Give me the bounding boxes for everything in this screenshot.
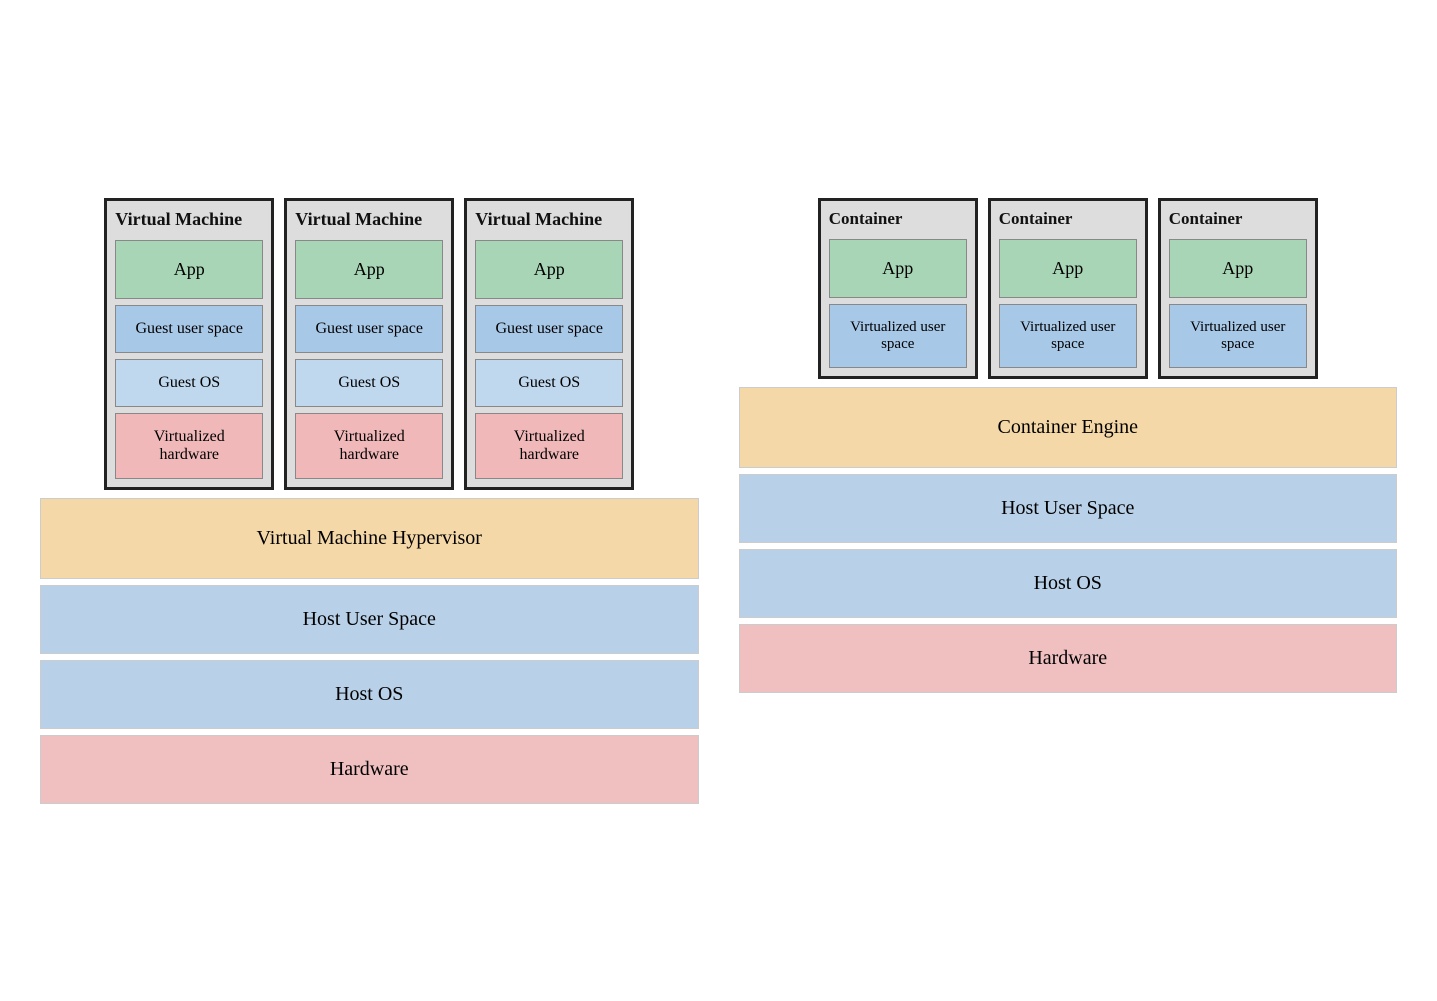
hypervisor-band: Virtual Machine Hypervisor — [40, 498, 699, 579]
c3-virt-user-block: Virtualized user space — [1169, 304, 1307, 368]
vm3-virt-hw-block: Virtualized hardware — [475, 413, 623, 479]
c1-virt-user-block: Virtualized user space — [829, 304, 967, 368]
container-box-3: Container App Virtualized user space — [1158, 198, 1318, 379]
vm1-guest-user-block: Guest user space — [115, 305, 263, 353]
left-hardware-band: Hardware — [40, 735, 699, 804]
left-host-os-band: Host OS — [40, 660, 699, 729]
container-title-1: Container — [829, 209, 967, 229]
vm1-virt-hw-block: Virtualized hardware — [115, 413, 263, 479]
vm-box-3: Virtual Machine App Guest user space Gue… — [464, 198, 634, 490]
vm-box-2: Virtual Machine App Guest user space Gue… — [284, 198, 454, 490]
vm-title-3: Virtual Machine — [475, 209, 623, 230]
vm1-app-block: App — [115, 240, 263, 299]
container-diagram-section: Container App Virtualized user space Con… — [739, 198, 1398, 804]
container-box-1: Container App Virtualized user space — [818, 198, 978, 379]
vm3-app-block: App — [475, 240, 623, 299]
vm2-guest-os-block: Guest OS — [295, 359, 443, 407]
container-title-3: Container — [1169, 209, 1307, 229]
vm3-guest-os-block: Guest OS — [475, 359, 623, 407]
vm1-guest-os-block: Guest OS — [115, 359, 263, 407]
container-title-2: Container — [999, 209, 1137, 229]
c3-app-block: App — [1169, 239, 1307, 298]
vm2-app-block: App — [295, 240, 443, 299]
vm-title-1: Virtual Machine — [115, 209, 263, 230]
left-host-user-band: Host User Space — [40, 585, 699, 654]
vm3-guest-user-block: Guest user space — [475, 305, 623, 353]
right-host-user-band: Host User Space — [739, 474, 1398, 543]
container-engine-band: Container Engine — [739, 387, 1398, 468]
c2-virt-user-block: Virtualized user space — [999, 304, 1137, 368]
vm-box-1: Virtual Machine App Guest user space Gue… — [104, 198, 274, 490]
vm2-guest-user-block: Guest user space — [295, 305, 443, 353]
vm-diagram-section: Virtual Machine App Guest user space Gue… — [40, 198, 699, 804]
main-container: Virtual Machine App Guest user space Gue… — [0, 168, 1437, 834]
right-hardware-band: Hardware — [739, 624, 1398, 693]
vm-title-2: Virtual Machine — [295, 209, 443, 230]
container-row: Container App Virtualized user space Con… — [739, 198, 1398, 379]
container-box-2: Container App Virtualized user space — [988, 198, 1148, 379]
c2-app-block: App — [999, 239, 1137, 298]
vm2-virt-hw-block: Virtualized hardware — [295, 413, 443, 479]
vm-row: Virtual Machine App Guest user space Gue… — [40, 198, 699, 490]
c1-app-block: App — [829, 239, 967, 298]
right-host-os-band: Host OS — [739, 549, 1398, 618]
